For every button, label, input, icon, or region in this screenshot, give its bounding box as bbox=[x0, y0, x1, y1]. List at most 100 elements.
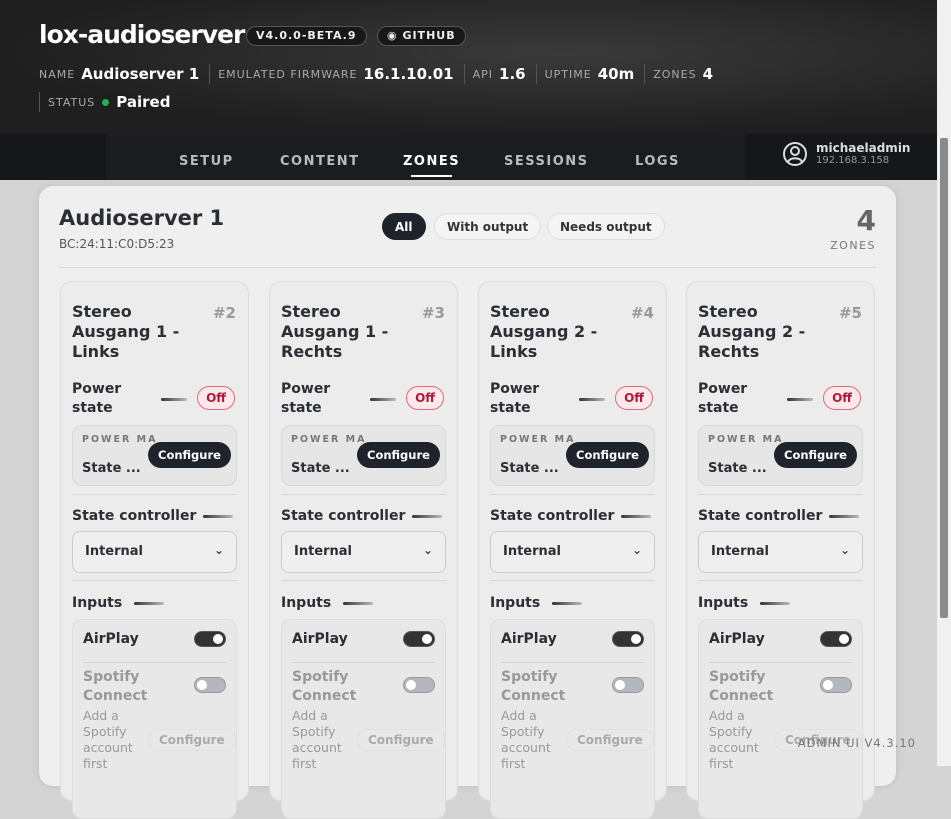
inputs-box: AirPlay Spotify Connect Add a Spotify ac… bbox=[72, 619, 237, 819]
filter-all[interactable]: All bbox=[382, 213, 426, 240]
power-state-label: Power state bbox=[281, 381, 331, 416]
state-controller-select[interactable]: Internal ⌄ bbox=[72, 531, 237, 573]
spotify-configure-button[interactable]: Configure bbox=[357, 729, 445, 751]
zone-number: #4 bbox=[630, 304, 654, 322]
scrollbar[interactable] bbox=[937, 0, 951, 766]
spotify-toggle[interactable] bbox=[820, 677, 852, 693]
power-management-box: POWER MANAGEMENT State ... Configure bbox=[72, 425, 237, 486]
divider bbox=[281, 580, 446, 581]
spotify-toggle[interactable] bbox=[194, 677, 226, 693]
spotify-configure-button[interactable]: Configure bbox=[566, 729, 654, 751]
airplay-toggle[interactable] bbox=[403, 631, 435, 647]
admin-ui-version: ADMIN UI V4.3.10 bbox=[797, 736, 916, 750]
zone-card: Stereo Ausgang 2 - Links #4 Power state … bbox=[478, 281, 667, 819]
divider bbox=[72, 494, 237, 495]
airplay-label: AirPlay bbox=[292, 631, 348, 647]
power-management-box: POWER MANAGEMENT State ... Configure bbox=[490, 425, 655, 486]
divider bbox=[490, 580, 655, 581]
zone-number: #2 bbox=[212, 304, 236, 322]
zone-name: Stereo Ausgang 1 - Links bbox=[72, 302, 180, 361]
power-management-state: State ... bbox=[708, 461, 767, 476]
inputs-box: AirPlay Spotify Connect Add a Spotify ac… bbox=[281, 619, 446, 819]
user-menu[interactable]: michaeladmin 192.168.3.158 bbox=[782, 141, 910, 167]
tab-content[interactable]: CONTENT bbox=[280, 154, 359, 169]
spotify-label: Spotify Connect bbox=[501, 669, 566, 704]
airplay-toggle[interactable] bbox=[194, 631, 226, 647]
configure-button[interactable]: Configure bbox=[357, 442, 440, 468]
dash-icon bbox=[412, 515, 442, 518]
chevron-down-icon: ⌄ bbox=[839, 543, 850, 557]
filter-needs-output[interactable]: Needs output bbox=[547, 213, 665, 240]
divider bbox=[490, 494, 655, 495]
configure-button[interactable]: Configure bbox=[566, 442, 649, 468]
inputs-label: Inputs bbox=[281, 595, 332, 611]
zone-name: Stereo Ausgang 1 - Rechts bbox=[281, 302, 389, 361]
dash-icon bbox=[621, 515, 651, 518]
zones-panel: Audioserver 1 BC:24:11:C0:D5:23 All With… bbox=[39, 186, 896, 819]
chevron-down-icon: ⌄ bbox=[631, 543, 642, 557]
power-management-box: POWER MANAGEMENT State ... Configure bbox=[698, 425, 863, 486]
filter-with-output[interactable]: With output bbox=[434, 213, 542, 240]
state-controller-label: State controller bbox=[281, 508, 406, 524]
spotify-label: Spotify Connect bbox=[709, 669, 774, 704]
configure-button[interactable]: Configure bbox=[774, 442, 857, 468]
dash-icon bbox=[829, 515, 859, 518]
dash-icon bbox=[343, 602, 373, 605]
power-state-badge[interactable]: Off bbox=[197, 386, 235, 410]
meta-label: ZONES bbox=[653, 67, 697, 81]
state-controller-select[interactable]: Internal ⌄ bbox=[490, 531, 655, 573]
divider bbox=[281, 494, 446, 495]
inputs-box: AirPlay Spotify Connect Add a Spotify ac… bbox=[490, 619, 655, 819]
chevron-down-icon: ⌄ bbox=[213, 543, 224, 557]
dash-icon bbox=[134, 602, 164, 605]
meta-value: 16.1.10.01 bbox=[363, 65, 454, 83]
dash-icon bbox=[760, 602, 790, 605]
select-value: Internal bbox=[294, 544, 353, 559]
airplay-label: AirPlay bbox=[709, 631, 765, 647]
zone-count: 4 bbox=[856, 204, 876, 237]
tab-logs[interactable]: LOGS bbox=[635, 154, 680, 169]
divider bbox=[698, 580, 863, 581]
spotify-toggle[interactable] bbox=[612, 677, 644, 693]
state-controller-select[interactable]: Internal ⌄ bbox=[698, 531, 863, 573]
airplay-toggle[interactable] bbox=[612, 631, 644, 647]
power-management-state: State ... bbox=[500, 461, 559, 476]
state-controller-label: State controller bbox=[72, 508, 197, 524]
github-button[interactable]: ◉ GITHUB bbox=[377, 26, 466, 46]
power-state-label: Power state bbox=[490, 381, 540, 416]
airplay-toggle[interactable] bbox=[820, 631, 852, 647]
meta-label: EMULATED FIRMWARE bbox=[218, 67, 358, 81]
power-state-badge[interactable]: Off bbox=[823, 386, 861, 410]
airplay-label: AirPlay bbox=[83, 631, 139, 647]
spotify-hint: Add a Spotify account first bbox=[709, 708, 759, 771]
dash-icon bbox=[787, 398, 813, 401]
meta-label: NAME bbox=[39, 67, 76, 81]
power-management-box: POWER MANAGEMENT State ... Configure bbox=[281, 425, 446, 486]
state-controller-select[interactable]: Internal ⌄ bbox=[281, 531, 446, 573]
zone-name: Stereo Ausgang 2 - Links bbox=[490, 302, 598, 361]
tab-sessions[interactable]: SESSIONS bbox=[504, 154, 589, 169]
tab-setup[interactable]: SETUP bbox=[179, 154, 234, 169]
dash-icon bbox=[370, 398, 396, 401]
meta-value: 4 bbox=[702, 65, 714, 83]
inputs-label: Inputs bbox=[698, 595, 749, 611]
zone-card: Stereo Ausgang 1 - Links #2 Power state … bbox=[60, 281, 249, 819]
status-label: STATUS bbox=[48, 95, 96, 109]
spotify-configure-button[interactable]: Configure bbox=[148, 729, 236, 751]
power-state-badge[interactable]: Off bbox=[406, 386, 444, 410]
inputs-label: Inputs bbox=[72, 595, 123, 611]
tab-zones[interactable]: ZONES bbox=[403, 154, 460, 177]
power-management-state: State ... bbox=[291, 461, 350, 476]
status: STATUS Paired bbox=[39, 92, 170, 112]
spotify-hint: Add a Spotify account first bbox=[292, 708, 342, 771]
scrollbar-thumb[interactable] bbox=[940, 138, 948, 618]
meta-value: 40m bbox=[597, 65, 635, 83]
page-title: Audioserver 1 bbox=[59, 206, 225, 230]
configure-button[interactable]: Configure bbox=[148, 442, 231, 468]
zone-count-label: ZONES bbox=[830, 239, 876, 252]
spotify-toggle[interactable] bbox=[403, 677, 435, 693]
version-badge: V4.0.0-BETA.9 bbox=[246, 26, 367, 46]
power-state-label: Power state bbox=[72, 381, 122, 416]
status-dot-icon bbox=[102, 98, 110, 106]
power-state-badge[interactable]: Off bbox=[615, 386, 653, 410]
